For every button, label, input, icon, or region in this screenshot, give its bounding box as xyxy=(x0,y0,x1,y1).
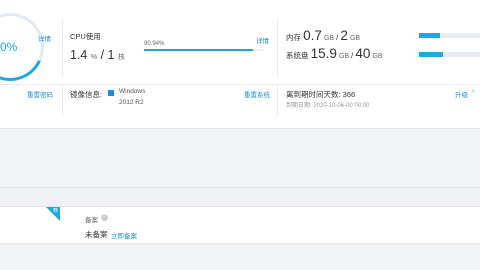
memory-used: 0.7 xyxy=(303,28,322,43)
memory-used-unit: GB xyxy=(323,35,335,42)
disk-usage-fill xyxy=(419,52,444,57)
cpu-cores: 1 xyxy=(107,48,115,62)
cpu-title: CPU使用 xyxy=(70,32,101,41)
filing-body xyxy=(0,207,480,244)
detail-link-left[interactable]: 详情 xyxy=(38,33,51,43)
disk-used-unit: GB xyxy=(338,53,350,60)
divider xyxy=(62,18,63,78)
memory-usage-fill xyxy=(419,33,441,38)
reset-password-link[interactable]: 重置密码 xyxy=(27,89,53,99)
divider xyxy=(277,18,278,78)
disk-label: 系统盘 xyxy=(286,51,309,60)
disk-used: 15.9 xyxy=(310,46,337,61)
cpu-usage-label: 90.94% xyxy=(144,41,165,47)
cpu-usage-fill xyxy=(144,49,254,51)
disk-total: 40 xyxy=(355,46,371,61)
filing-title: 备案 xyxy=(85,217,98,224)
recommend-corner-text: 荐 xyxy=(53,208,59,214)
cpu-percent: 1.4 xyxy=(70,48,88,62)
disk-row: 系统盘 15.9 GB / 40 GB xyxy=(286,46,383,61)
cpu-detail-link[interactable]: 详情 xyxy=(256,35,269,45)
os-version: 2012 R2 xyxy=(119,99,144,106)
divider xyxy=(62,86,63,116)
image-info-label: 镜像信息: xyxy=(70,90,103,99)
memory-row: 内存 0.7 GB / 2 GB xyxy=(286,28,360,43)
cpu-cores-unit: 核 xyxy=(117,54,125,61)
memory-total-unit: GB xyxy=(349,35,361,42)
expiry-date: 到期日期: 2020-10-06-00:00:00 xyxy=(286,103,370,109)
cpu-sep: / xyxy=(97,48,108,62)
disk-usage-bar xyxy=(419,52,480,57)
disk-total-unit: GB xyxy=(372,53,383,60)
divider xyxy=(277,86,278,116)
windows-icon xyxy=(108,90,114,96)
filing-now-link[interactable]: 立即备案 xyxy=(111,230,137,240)
help-icon[interactable]: ? xyxy=(101,214,108,221)
memory-total: 2 xyxy=(340,28,348,43)
os-name: Windows xyxy=(119,88,146,95)
cpu-value: 1.4 % / 1 核 xyxy=(70,48,125,62)
memory-label: 内存 xyxy=(286,33,301,42)
memory-usage-bar xyxy=(419,33,480,38)
filing-card xyxy=(0,187,480,270)
row-divider xyxy=(0,84,480,85)
filing-status: 未备案 xyxy=(85,230,108,239)
usage-ring-text: 0% xyxy=(0,40,18,54)
overview-card: 0% 详情 CPU使用 1.4 % / 1 核 90.94% 详情 内存 0.7… xyxy=(0,0,480,129)
reset-system-link[interactable]: 重置系统 xyxy=(244,89,270,99)
cpu-usage-bar xyxy=(144,49,264,51)
expiry-days: 离到期时间天数: 366 xyxy=(286,90,356,99)
upgrade-chevron-icon[interactable]: › xyxy=(472,88,474,95)
filing-header xyxy=(0,187,480,207)
upgrade-link[interactable]: 升级 xyxy=(455,89,468,99)
